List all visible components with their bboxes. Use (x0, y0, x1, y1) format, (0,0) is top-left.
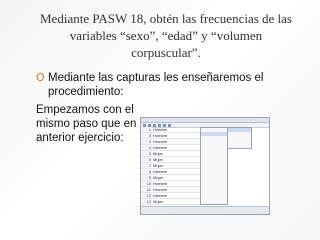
cell-grupo (168, 157, 184, 162)
row-number: 12 (141, 193, 152, 198)
slide-title: Mediante PASW 18, obtén las frecuencias … (40, 11, 292, 60)
cell-sexo: Hombre (153, 145, 168, 150)
spss-statusbar (141, 206, 269, 214)
row-number: 4 (141, 145, 152, 150)
cell-sexo: Hombre (153, 193, 168, 198)
cell-sexo: Mujer (153, 163, 164, 168)
cell-sexo: Mujer (153, 199, 164, 204)
row-number: 5 (141, 151, 152, 156)
row-number: 8 (141, 169, 152, 174)
cell-sexo: Mujer (153, 157, 164, 162)
cell-grupo (168, 175, 184, 180)
row-number: 11 (141, 187, 152, 192)
slide: Mediante PASW 18, obtén las frecuencias … (0, 0, 320, 240)
cell-grupo (168, 193, 184, 198)
bullet-icon: O (36, 71, 45, 84)
cell-sexo: Hombre (153, 181, 168, 186)
cell-grupo (168, 169, 184, 174)
spss-data-grid: 1 Hombre 2 Hombre 3 Hombre 4 Hombre 5 Mujer 6 Mujer… (141, 127, 201, 214)
cell-grupo (168, 139, 184, 144)
cell-sexo: Mujer (153, 175, 164, 180)
cell-sexo: Hombre (153, 127, 168, 132)
cell-grupo (168, 133, 184, 138)
cell-grupo (168, 127, 184, 132)
row-number: 3 (141, 139, 152, 144)
menu-item (201, 188, 227, 192)
cell-grupo (168, 145, 184, 150)
cell-grupo (168, 181, 184, 186)
cell-grupo (168, 163, 184, 168)
row-number: 2 (141, 133, 152, 138)
row-number: 6 (141, 157, 152, 162)
body-text: Empezamos con el mismo paso que en el an… (36, 104, 149, 144)
row-number: 7 (141, 163, 152, 168)
cell-sexo: Hombre (153, 169, 168, 174)
submenu-item (228, 140, 251, 144)
cell-sexo: Mujer (153, 151, 164, 156)
bullet-item: O Mediante las capturas les enseñaremos … (36, 71, 298, 99)
cell-grupo (168, 151, 184, 156)
cell-sexo: Hombre (153, 187, 168, 192)
cell-sexo: Hombre (153, 133, 168, 138)
row-number: 1 (141, 127, 152, 132)
cell-grupo (168, 187, 184, 192)
spss-analyze-menu (200, 127, 228, 205)
row-number: 13 (141, 199, 152, 204)
bullet-text: Mediante las capturas les enseñaremos el… (48, 72, 264, 98)
cell-sexo: Hombre (153, 139, 168, 144)
cell-grupo (168, 199, 184, 204)
row-number: 9 (141, 175, 152, 180)
spss-screenshot: 1 Hombre 2 Hombre 3 Hombre 4 Hombre 5 Mujer 6 Mujer… (140, 117, 270, 215)
spss-submenu (227, 127, 252, 149)
row-number: 10 (141, 181, 152, 186)
